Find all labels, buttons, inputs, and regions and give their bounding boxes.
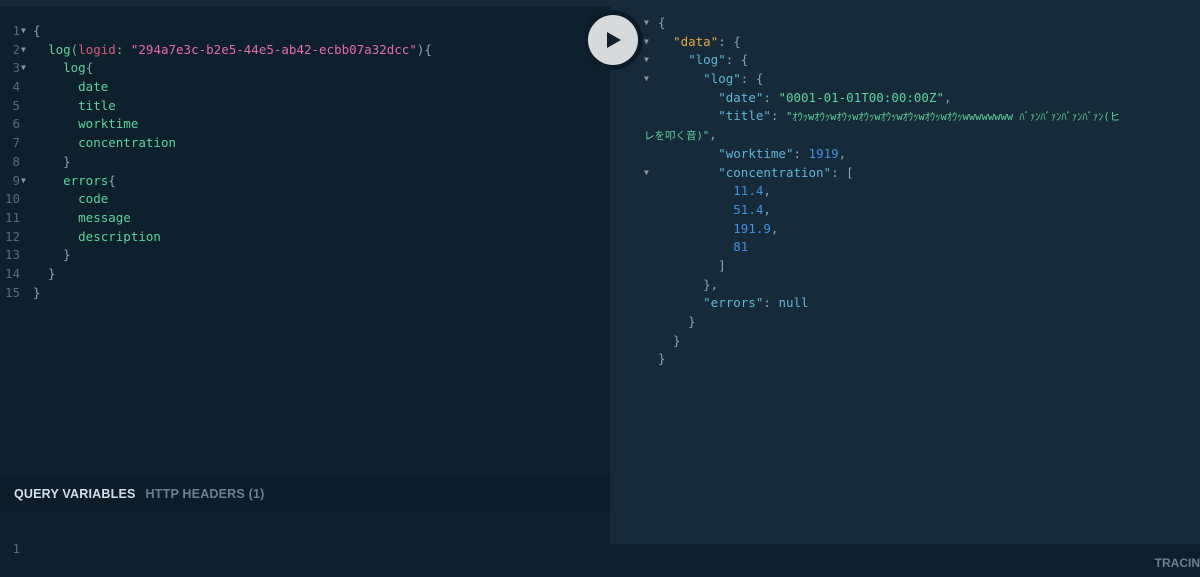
- tab-http-headers[interactable]: HTTP HEADERS (1): [146, 487, 265, 501]
- query-code: 1 ▼{ 2 ▼ log(logid: "294a7e3c-b2e5-44e5-ab…: [0, 22, 610, 302]
- tab-query-variables[interactable]: QUERY VARIABLES: [14, 487, 136, 501]
- variables-editor[interactable]: 1: [0, 512, 610, 576]
- json-line: レを叩く音)",: [644, 127, 717, 143]
- field-log-inner: log: [63, 60, 86, 76]
- json-line: ▼{: [644, 14, 1200, 33]
- json-line: ]: [658, 257, 726, 273]
- query-editor[interactable]: 1 ▼{ 2 ▼ log(logid: "294a7e3c-b2e5-44e5-ab…: [0, 6, 610, 476]
- json-key-errors: "errors": [703, 295, 764, 311]
- fold-icon[interactable]: ▼: [21, 41, 26, 60]
- fold-icon[interactable]: ▼: [21, 172, 26, 191]
- json-line: ▼ "log": {: [644, 70, 1200, 89]
- concentration-value: 191.9: [733, 220, 771, 236]
- fold-icon[interactable]: ▼: [644, 14, 649, 33]
- code-line: 13 }: [4, 247, 71, 263]
- json-line: ▼ "log": {: [644, 51, 1200, 70]
- fold-icon[interactable]: ▼: [644, 164, 649, 183]
- code-line: 11 message: [4, 209, 131, 225]
- code-line: 3 ▼ log{: [0, 59, 610, 78]
- json-key-date: "date": [718, 89, 764, 105]
- result-json: ▼{ ▼ "data": { ▼ "log": { ▼ "log": { "da…: [644, 14, 1200, 369]
- code-line: 1: [12, 540, 20, 556]
- code-line: 14 }: [4, 265, 56, 281]
- json-line: 81: [644, 238, 1200, 257]
- concentration-value: 81: [733, 239, 749, 255]
- logid-value: 294a7e3c-b2e5-44e5-ab42-ecbb07a32dcc: [138, 41, 410, 57]
- json-line: 191.9,: [733, 220, 779, 236]
- fold-icon[interactable]: ▼: [644, 51, 649, 70]
- code-line: 4 date: [12, 79, 109, 95]
- title-value: "ｵｳｯwｵｳｯwｵｳｯwｵｳｯwｵｳｯwｵｳｯwｵｳｯwｵｳｯwwwwwwww…: [785, 111, 1121, 124]
- play-icon: [607, 32, 621, 48]
- json-line: }: [658, 332, 681, 348]
- json-line: "date": "0001-01-01T00:00:00Z",: [718, 89, 952, 105]
- json-key-log: "log": [688, 52, 726, 68]
- field-code: code: [78, 191, 109, 207]
- json-line: }: [658, 351, 666, 367]
- argument-logid: logid: [78, 41, 116, 57]
- json-line: 11.4,: [733, 183, 771, 199]
- worktime-value: 1919: [808, 145, 839, 161]
- execute-button-ring: [583, 10, 643, 70]
- field-errors: errors: [63, 172, 109, 188]
- json-line: ▼ "concentration": [: [644, 164, 1200, 183]
- fold-icon[interactable]: ▼: [21, 59, 26, 78]
- execute-query-button[interactable]: [588, 15, 638, 65]
- json-line: },: [658, 276, 719, 292]
- field-worktime: worktime: [78, 116, 139, 132]
- fold-icon[interactable]: ▼: [644, 33, 649, 52]
- json-line: ▼ "data": {: [644, 33, 1200, 52]
- concentration-value: 11.4: [733, 183, 764, 199]
- fold-icon[interactable]: ▼: [21, 22, 26, 41]
- code-line: 1 ▼{: [0, 22, 610, 41]
- field-concentration: concentration: [78, 135, 176, 151]
- json-line: }: [658, 314, 696, 329]
- code-line: 12 description: [4, 228, 161, 244]
- concentration-value: 51.4: [733, 201, 764, 217]
- json-key-title: "title": [718, 108, 771, 124]
- field-description: description: [78, 228, 161, 244]
- code-line: 15}: [4, 284, 41, 300]
- code-line: 7 concentration: [12, 135, 176, 151]
- title-value-continued: レを叩く音)": [644, 130, 710, 143]
- json-key-worktime: "worktime": [718, 145, 794, 161]
- json-key-data: "data": [673, 33, 719, 49]
- tracing-tab[interactable]: TRACIN: [1155, 556, 1200, 570]
- field-message: message: [78, 209, 131, 225]
- field-date: date: [78, 79, 109, 95]
- field-log: log: [48, 41, 71, 57]
- footer-bar: TRACIN: [610, 544, 1200, 576]
- fold-icon[interactable]: ▼: [644, 70, 649, 89]
- code-line: 5 title: [12, 97, 116, 113]
- json-line: 51.4,: [733, 201, 771, 217]
- code-line: 10 code: [4, 191, 109, 207]
- json-key-log-inner: "log": [703, 71, 741, 87]
- json-key-concentration: "concentration": [718, 164, 832, 180]
- json-line: "worktime": 1919,: [718, 145, 847, 161]
- field-title: title: [78, 97, 116, 113]
- code-line: 9 ▼ errors{: [0, 172, 610, 191]
- json-line: "title": "ｵｳｯwｵｳｯwｵｳｯwｵｳｯwｵｳｯwｵｳｯwｵｳｯwｵｳ…: [718, 108, 1121, 124]
- code-line: 8 }: [12, 153, 71, 169]
- variables-tabs: QUERY VARIABLES HTTP HEADERS (1): [0, 476, 610, 512]
- date-value: "0001-01-01T00:00:00Z": [778, 89, 945, 105]
- code-line: 6 worktime: [12, 116, 139, 132]
- json-line: "errors": null: [703, 295, 809, 311]
- errors-value: null: [778, 295, 809, 311]
- code-line: 2 ▼ log(logid: "294a7e3c-b2e5-44e5-ab42-e…: [0, 41, 610, 60]
